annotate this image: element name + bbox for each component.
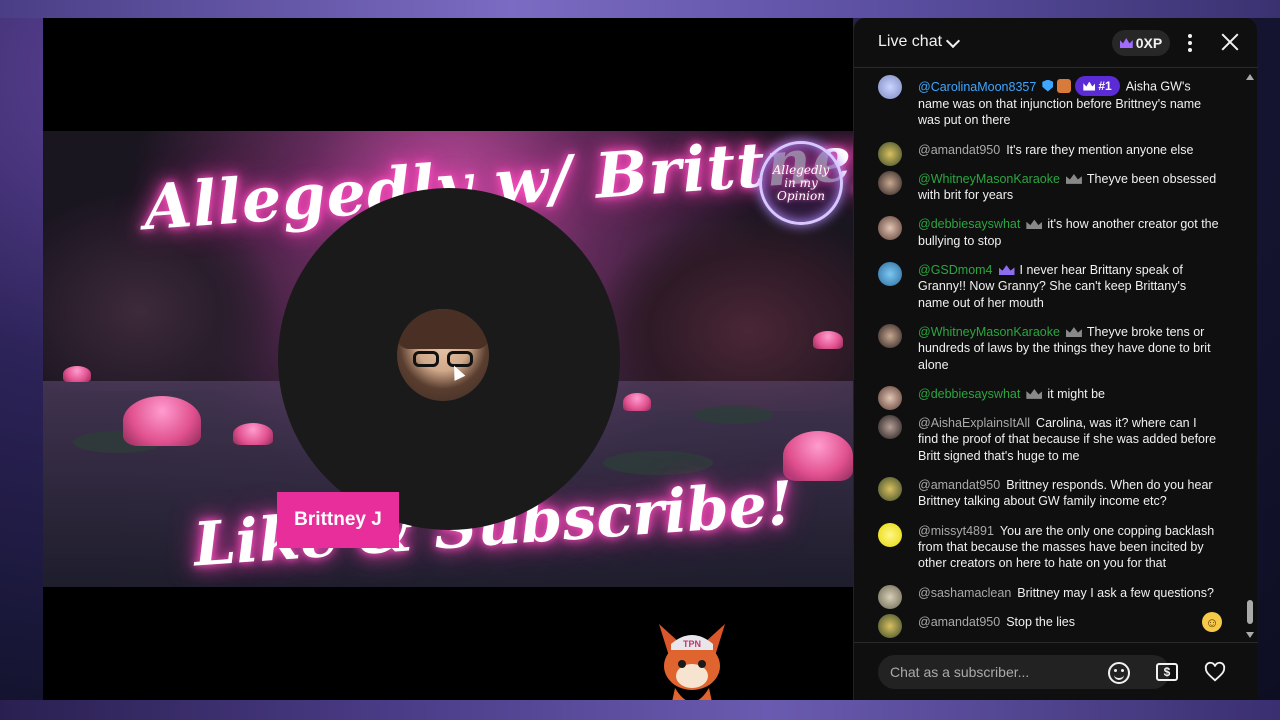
rank-badge: #1 (1075, 76, 1120, 96)
chat-message[interactable]: @amandat950 It's rare they mention anyone… (854, 133, 1250, 166)
avatar[interactable] (878, 323, 902, 348)
chat-message[interactable]: @missyt4891 You are the only one copping … (854, 514, 1250, 576)
chat-input-bar: $ (854, 642, 1258, 700)
scroll-up-icon[interactable] (1246, 74, 1254, 80)
member-badge-icon (1057, 78, 1072, 93)
emoji-picker-icon[interactable] (1108, 662, 1130, 684)
chevron-down-icon[interactable] (945, 33, 961, 49)
close-icon[interactable] (1220, 32, 1240, 52)
avatar[interactable] (878, 170, 902, 195)
author-name[interactable]: @WhitneyMasonKaraoke (918, 172, 1060, 186)
author-name[interactable]: @amandat950 (918, 478, 1000, 492)
member-badge-icon (1026, 219, 1043, 230)
member-badge-icon (998, 265, 1015, 276)
chat-message[interactable]: @amandat950 Stop the lies (854, 605, 1250, 638)
author-name[interactable]: @WhitneyMasonKaraoke (918, 325, 1060, 339)
chat-scrollbar[interactable] (1246, 74, 1254, 640)
scrollbar-thumb[interactable] (1247, 600, 1253, 624)
heart-icon[interactable] (1204, 661, 1226, 683)
author-name[interactable]: @missyt4891 (918, 524, 994, 538)
crown-icon (1119, 38, 1133, 48)
fox-mascot-icon: TPN (659, 624, 725, 700)
chat-title[interactable]: Live chat (878, 33, 942, 51)
member-badge-icon (1065, 173, 1082, 184)
avatar[interactable] (878, 477, 902, 502)
message-text: Stop the lies (1006, 614, 1075, 629)
chat-message[interactable]: @AishaExplainsItAll Carolina, was it? whe… (854, 406, 1250, 468)
grinning-emoji-icon[interactable]: ☺ (1202, 612, 1222, 632)
streamer-avatar (397, 309, 489, 401)
member-badge-icon (1026, 388, 1043, 399)
message-text: It's rare they mention anyone else (1006, 142, 1194, 157)
chat-message[interactable]: @CarolinaMoon8357 #1 Aisha GW's name was o… (854, 70, 1250, 133)
avatar[interactable] (878, 613, 902, 638)
avatar[interactable] (878, 415, 902, 440)
avatar[interactable] (878, 522, 902, 547)
background-bottom (0, 700, 1280, 720)
crown-icon (1083, 81, 1096, 91)
chat-message[interactable]: @sashamaclean Brittney may I ask a few qu… (854, 576, 1250, 609)
avatar[interactable] (878, 262, 902, 287)
more-options-icon[interactable] (1184, 34, 1196, 52)
super-chat-icon[interactable]: $ (1156, 663, 1178, 681)
chat-message-list[interactable]: @CarolinaMoon8357 #1 Aisha GW's name was o… (854, 70, 1250, 638)
scroll-down-icon[interactable] (1246, 632, 1254, 638)
member-badge-icon (1065, 327, 1082, 337)
author-name[interactable]: @amandat950 (918, 143, 1000, 157)
opinion-badge: Allegedly in my Opinion (759, 141, 843, 225)
message-text: Brittney may I ask a few questions? (1017, 585, 1214, 600)
chat-message[interactable]: @amandat950 Brittney responds. When do yo… (854, 468, 1250, 514)
xp-label: 0XP (1135, 35, 1163, 51)
author-name[interactable]: @AishaExplainsItAll (918, 416, 1030, 430)
author-name[interactable]: @debbiesayswhat (918, 217, 1020, 231)
chat-header: Live chat 0XP (854, 18, 1258, 68)
video-player[interactable]: Allegedly w/ Brittney J Like & Subscribe… (43, 18, 853, 700)
message-text: it might be (1047, 386, 1106, 401)
author-name[interactable]: @amandat950 (918, 615, 1000, 629)
author-name[interactable]: @debbiesayswhat (918, 387, 1020, 401)
author-name[interactable]: @CarolinaMoon8357 (918, 80, 1036, 94)
streamer-name-tag: Brittney J (277, 492, 399, 548)
chat-message[interactable]: @WhitneyMasonKaraoke Theyve broke tens or… (854, 315, 1250, 377)
chat-message[interactable]: @debbiesayswhat it might be (854, 377, 1250, 410)
background-top (0, 0, 1280, 18)
moderator-badge-icon (1042, 79, 1054, 92)
svg-text:TPN: TPN (683, 639, 701, 649)
author-name[interactable]: @GSDmom4 (918, 263, 993, 277)
chat-message[interactable]: @debbiesayswhat it's how another creator … (854, 207, 1250, 253)
chat-message[interactable]: @WhitneyMasonKaraoke Theyve been obsessed… (854, 162, 1250, 208)
xp-button[interactable]: 0XP (1112, 30, 1170, 56)
avatar[interactable] (878, 75, 902, 99)
chat-message[interactable]: @GSDmom4 I never hear Brittany speak of G… (854, 253, 1250, 315)
author-name[interactable]: @sashamaclean (918, 586, 1011, 600)
avatar[interactable] (878, 216, 902, 241)
live-chat-panel: Live chat 0XP @CarolinaMoon8357 #1 Aisha G… (853, 18, 1258, 700)
